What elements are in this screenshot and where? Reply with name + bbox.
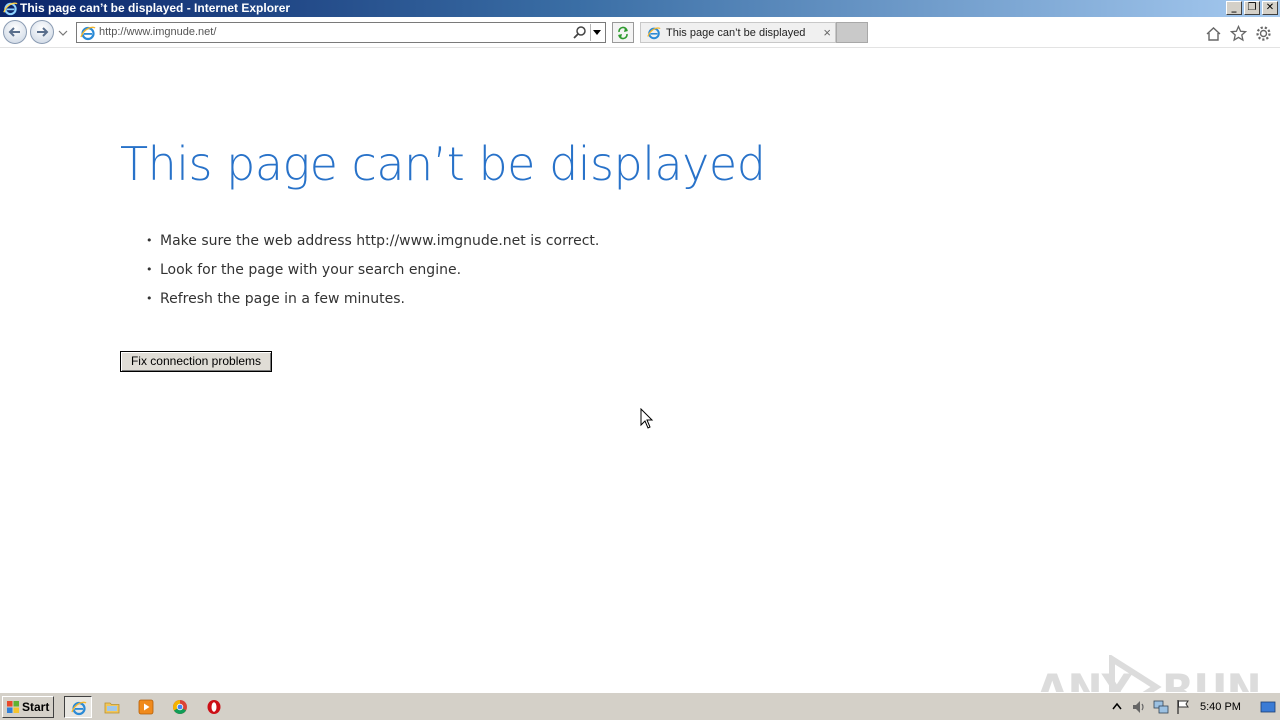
minimize-button[interactable]: _: [1226, 1, 1242, 15]
tab-current[interactable]: This page can’t be displayed ×: [640, 22, 836, 43]
error-suggestions: Make sure the web address http://www.img…: [146, 231, 599, 318]
taskbar-app-file-explorer[interactable]: [98, 696, 126, 718]
command-icons: [1205, 24, 1272, 42]
search-icon[interactable]: [573, 25, 587, 39]
restore-button[interactable]: ❐: [1244, 1, 1260, 15]
tab-title: This page can’t be displayed: [666, 27, 806, 39]
chrome-icon: [173, 700, 187, 714]
favorites-star-icon[interactable]: [1229, 24, 1248, 42]
taskbar-app-chrome[interactable]: [166, 696, 194, 718]
refresh-icon: [618, 26, 628, 40]
taskbar: Start 5:40 PM: [0, 692, 1280, 720]
browser-toolbar: This page can’t be displayed ×: [0, 17, 1280, 48]
new-tab-button[interactable]: [836, 22, 868, 43]
media-player-icon: [138, 699, 154, 715]
suggestion-item: Make sure the web address http://www.img…: [146, 231, 599, 260]
address-dropdown-button[interactable]: [590, 24, 604, 41]
forward-icon: [37, 27, 49, 37]
action-center-flag-icon[interactable]: [1175, 699, 1191, 715]
show-hidden-icons-icon[interactable]: [1109, 699, 1125, 715]
address-bar[interactable]: [76, 22, 606, 43]
show-desktop-icon[interactable]: [1260, 699, 1276, 715]
close-button[interactable]: ✕: [1262, 1, 1278, 15]
ie-page-icon: [647, 27, 661, 40]
error-title: This page can’t be displayed: [120, 137, 766, 191]
forward-button[interactable]: [30, 20, 54, 44]
chevron-down-icon: [593, 30, 601, 35]
fix-connection-button[interactable]: Fix connection problems: [120, 351, 272, 372]
suggestion-item: Look for the page with your search engin…: [146, 260, 599, 289]
page-content: This page can’t be displayed Make sure t…: [0, 49, 1280, 719]
taskbar-app-media-player[interactable]: [132, 696, 160, 718]
back-icon: [8, 27, 20, 37]
volume-icon[interactable]: [1131, 699, 1147, 715]
window-titlebar: This page can’t be displayed - Internet …: [0, 0, 1280, 17]
window-title: This page can’t be displayed - Internet …: [20, 1, 291, 15]
start-label: Start: [22, 700, 50, 714]
settings-gear-icon[interactable]: [1255, 25, 1272, 42]
tab-close-icon[interactable]: ×: [823, 23, 831, 42]
internet-explorer-icon: [71, 701, 87, 716]
taskbar-app-internet-explorer[interactable]: [64, 696, 92, 718]
windows-logo-icon: [7, 701, 19, 713]
back-button[interactable]: [3, 20, 27, 44]
mouse-cursor-icon: [640, 408, 654, 429]
suggestion-item: Refresh the page in a few minutes.: [146, 289, 599, 318]
recent-pages-dropdown-icon[interactable]: [58, 29, 68, 37]
ie-logo-icon: [3, 2, 18, 16]
start-button[interactable]: Start: [2, 696, 54, 718]
network-icon[interactable]: [1153, 699, 1169, 715]
refresh-button[interactable]: [612, 22, 634, 43]
folder-icon: [104, 702, 120, 714]
ie-page-icon: [80, 26, 96, 41]
address-input[interactable]: [99, 23, 569, 42]
taskbar-app-opera[interactable]: [200, 696, 228, 718]
system-clock[interactable]: 5:40 PM: [1200, 696, 1241, 718]
opera-icon: [207, 700, 221, 714]
system-tray: 5:40 PM: [1105, 696, 1280, 718]
home-icon[interactable]: [1205, 25, 1222, 42]
window-controls: _ ❐ ✕: [1226, 1, 1278, 15]
